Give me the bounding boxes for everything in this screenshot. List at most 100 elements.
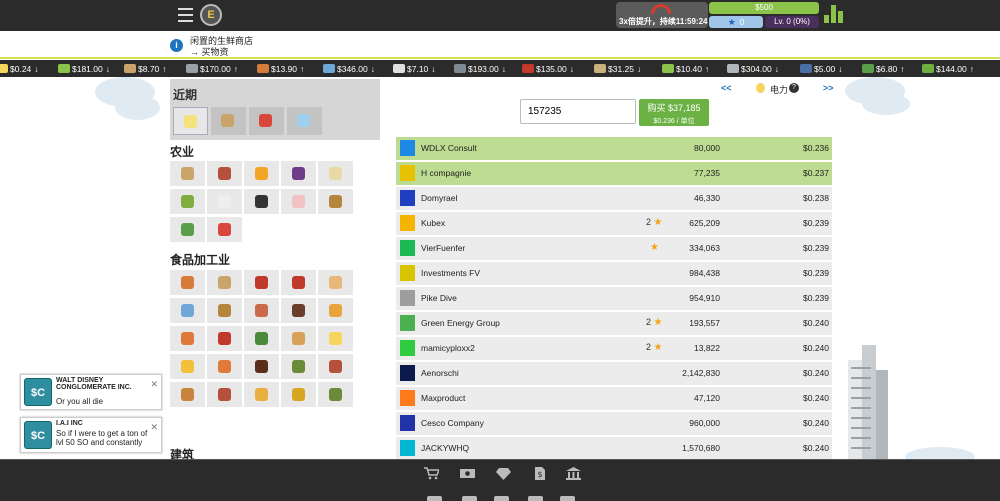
- resource-cell[interactable]: [318, 298, 353, 323]
- resource-cell[interactable]: [207, 189, 242, 214]
- resource-cell[interactable]: [281, 354, 316, 379]
- recent-resource-seeds[interactable]: [211, 107, 246, 135]
- ticker-item[interactable]: $10.40 ↑: [662, 64, 709, 74]
- offer-row[interactable]: Cesco Company 960,000 $0.240: [396, 412, 832, 435]
- resource-cell[interactable]: [170, 298, 205, 323]
- diamond-icon[interactable]: [496, 467, 511, 480]
- company-name[interactable]: mamicyploxx2: [421, 343, 475, 353]
- offer-row[interactable]: Domyrael 46,330 $0.238: [396, 187, 832, 210]
- cash-icon[interactable]: [460, 467, 475, 480]
- resource-cell[interactable]: [207, 382, 242, 407]
- resource-cell[interactable]: [170, 189, 205, 214]
- company-logo[interactable]: E: [200, 4, 222, 26]
- close-icon[interactable]: ✕: [150, 422, 158, 433]
- recent-resource-water[interactable]: [287, 107, 322, 135]
- resource-cell[interactable]: [244, 382, 279, 407]
- ticker-item[interactable]: $144.00 ↑: [922, 64, 974, 74]
- company-name[interactable]: Aenorschi: [421, 368, 459, 378]
- company-name[interactable]: Domyrael: [421, 193, 457, 203]
- resource-cell[interactable]: [170, 326, 205, 351]
- resource-cell[interactable]: [170, 217, 205, 242]
- resource-cell[interactable]: [244, 189, 279, 214]
- resource-cell[interactable]: [318, 270, 353, 295]
- buy-button[interactable]: 购买 $37,185 $0.236 / 单位: [639, 99, 709, 126]
- company-name[interactable]: WDLX Consult: [421, 143, 477, 153]
- resource-cell[interactable]: [207, 354, 242, 379]
- resource-cell[interactable]: [207, 298, 242, 323]
- ticker-item[interactable]: $170.00 ↑: [186, 64, 238, 74]
- recent-resource-lightbulb[interactable]: [173, 107, 208, 135]
- resource-cell[interactable]: [281, 189, 316, 214]
- close-icon[interactable]: ✕: [150, 379, 158, 390]
- offer-row[interactable]: Maxproduct 47,120 $0.240: [396, 387, 832, 410]
- warehouse-icon[interactable]: [462, 496, 477, 501]
- offer-row[interactable]: VierFuenfer ★ 334,063 $0.239: [396, 237, 832, 260]
- ticker-item[interactable]: $135.00 ↓: [522, 64, 574, 74]
- resource-cell[interactable]: [207, 217, 242, 242]
- search-icon[interactable]: [494, 496, 509, 501]
- ticker-item[interactable]: $0.24 ↓: [0, 64, 39, 74]
- resource-cell[interactable]: [207, 326, 242, 351]
- prev-resource-button[interactable]: <<: [721, 83, 732, 93]
- ticker-item[interactable]: $6.80 ↑: [862, 64, 905, 74]
- company-name[interactable]: H compagnie: [421, 168, 471, 178]
- resource-cell[interactable]: [281, 270, 316, 295]
- resource-cell[interactable]: [244, 354, 279, 379]
- rank-icon[interactable]: [824, 5, 844, 23]
- ticker-item[interactable]: $193.00 ↓: [454, 64, 506, 74]
- quantity-input[interactable]: [520, 99, 636, 124]
- resource-cell[interactable]: [170, 161, 205, 186]
- company-name[interactable]: Maxproduct: [421, 393, 465, 403]
- resource-cell[interactable]: [318, 382, 353, 407]
- level-display[interactable]: Lv. 0 (0%): [765, 16, 819, 28]
- resource-cell[interactable]: [244, 298, 279, 323]
- chat-icon[interactable]: [528, 496, 543, 501]
- offer-row[interactable]: JACKYWHQ 1,570,680 $0.240: [396, 437, 832, 460]
- gems-display[interactable]: ★ 0: [709, 16, 763, 28]
- map-icon[interactable]: [427, 496, 442, 501]
- resource-cell[interactable]: [281, 161, 316, 186]
- document-dollar-icon[interactable]: $: [532, 467, 547, 480]
- resource-cell[interactable]: [318, 189, 353, 214]
- chat-message[interactable]: $C I.A.I INC So if I were to get a ton o…: [20, 417, 162, 453]
- ticker-item[interactable]: $346.00 ↓: [323, 64, 375, 74]
- ticker-item[interactable]: $181.00 ↓: [58, 64, 110, 74]
- money-display[interactable]: $500: [709, 2, 819, 14]
- help-icon[interactable]: ?: [789, 83, 799, 93]
- next-resource-button[interactable]: >>: [823, 83, 834, 93]
- resource-cell[interactable]: [318, 326, 353, 351]
- hamburger-menu-icon[interactable]: [178, 8, 193, 22]
- resource-cell[interactable]: [170, 270, 205, 295]
- recent-resource-steak[interactable]: [249, 107, 284, 135]
- offer-row[interactable]: H compagnie 77,235 $0.237: [396, 162, 832, 185]
- resource-cell[interactable]: [281, 326, 316, 351]
- offer-row[interactable]: Green Energy Group 2 ★ 193,557 $0.240: [396, 312, 832, 335]
- resource-cell[interactable]: [207, 161, 242, 186]
- company-name[interactable]: Cesco Company: [421, 418, 484, 428]
- resource-cell[interactable]: [244, 270, 279, 295]
- notice-bar[interactable]: i 闲置的生鲜商店 → 买物资: [0, 31, 1000, 59]
- offer-row[interactable]: Kubex 2 ★ 625,209 $0.239: [396, 212, 832, 235]
- ticker-item[interactable]: $7.10 ↓: [393, 64, 436, 74]
- resource-cell[interactable]: [281, 298, 316, 323]
- company-name[interactable]: JACKYWHQ: [421, 443, 469, 453]
- ticker-item[interactable]: $8.70 ↑: [124, 64, 167, 74]
- resource-cell[interactable]: [318, 354, 353, 379]
- transfer-icon[interactable]: [560, 496, 575, 501]
- resource-cell[interactable]: [244, 326, 279, 351]
- notice-line-2[interactable]: → 买物资: [190, 45, 229, 58]
- ticker-item[interactable]: $13.90 ↑: [257, 64, 304, 74]
- chat-message[interactable]: $C WALT DISNEY CONGLOMERATE INC. Or you …: [20, 374, 162, 410]
- offer-row[interactable]: WDLX Consult 80,000 $0.236: [396, 137, 832, 160]
- resource-cell[interactable]: [281, 382, 316, 407]
- company-name[interactable]: VierFuenfer: [421, 243, 465, 253]
- company-name[interactable]: Investments FV: [421, 268, 480, 278]
- resource-cell[interactable]: [170, 382, 205, 407]
- company-name[interactable]: Pike Dive: [421, 293, 457, 303]
- offer-row[interactable]: Investments FV 984,438 $0.239: [396, 262, 832, 285]
- company-name[interactable]: Green Energy Group: [421, 318, 500, 328]
- ticker-item[interactable]: $304.00 ↓: [727, 64, 779, 74]
- resource-cell[interactable]: [170, 354, 205, 379]
- resource-cell[interactable]: [244, 161, 279, 186]
- offer-row[interactable]: mamicyploxx2 2 ★ 13,822 $0.240: [396, 337, 832, 360]
